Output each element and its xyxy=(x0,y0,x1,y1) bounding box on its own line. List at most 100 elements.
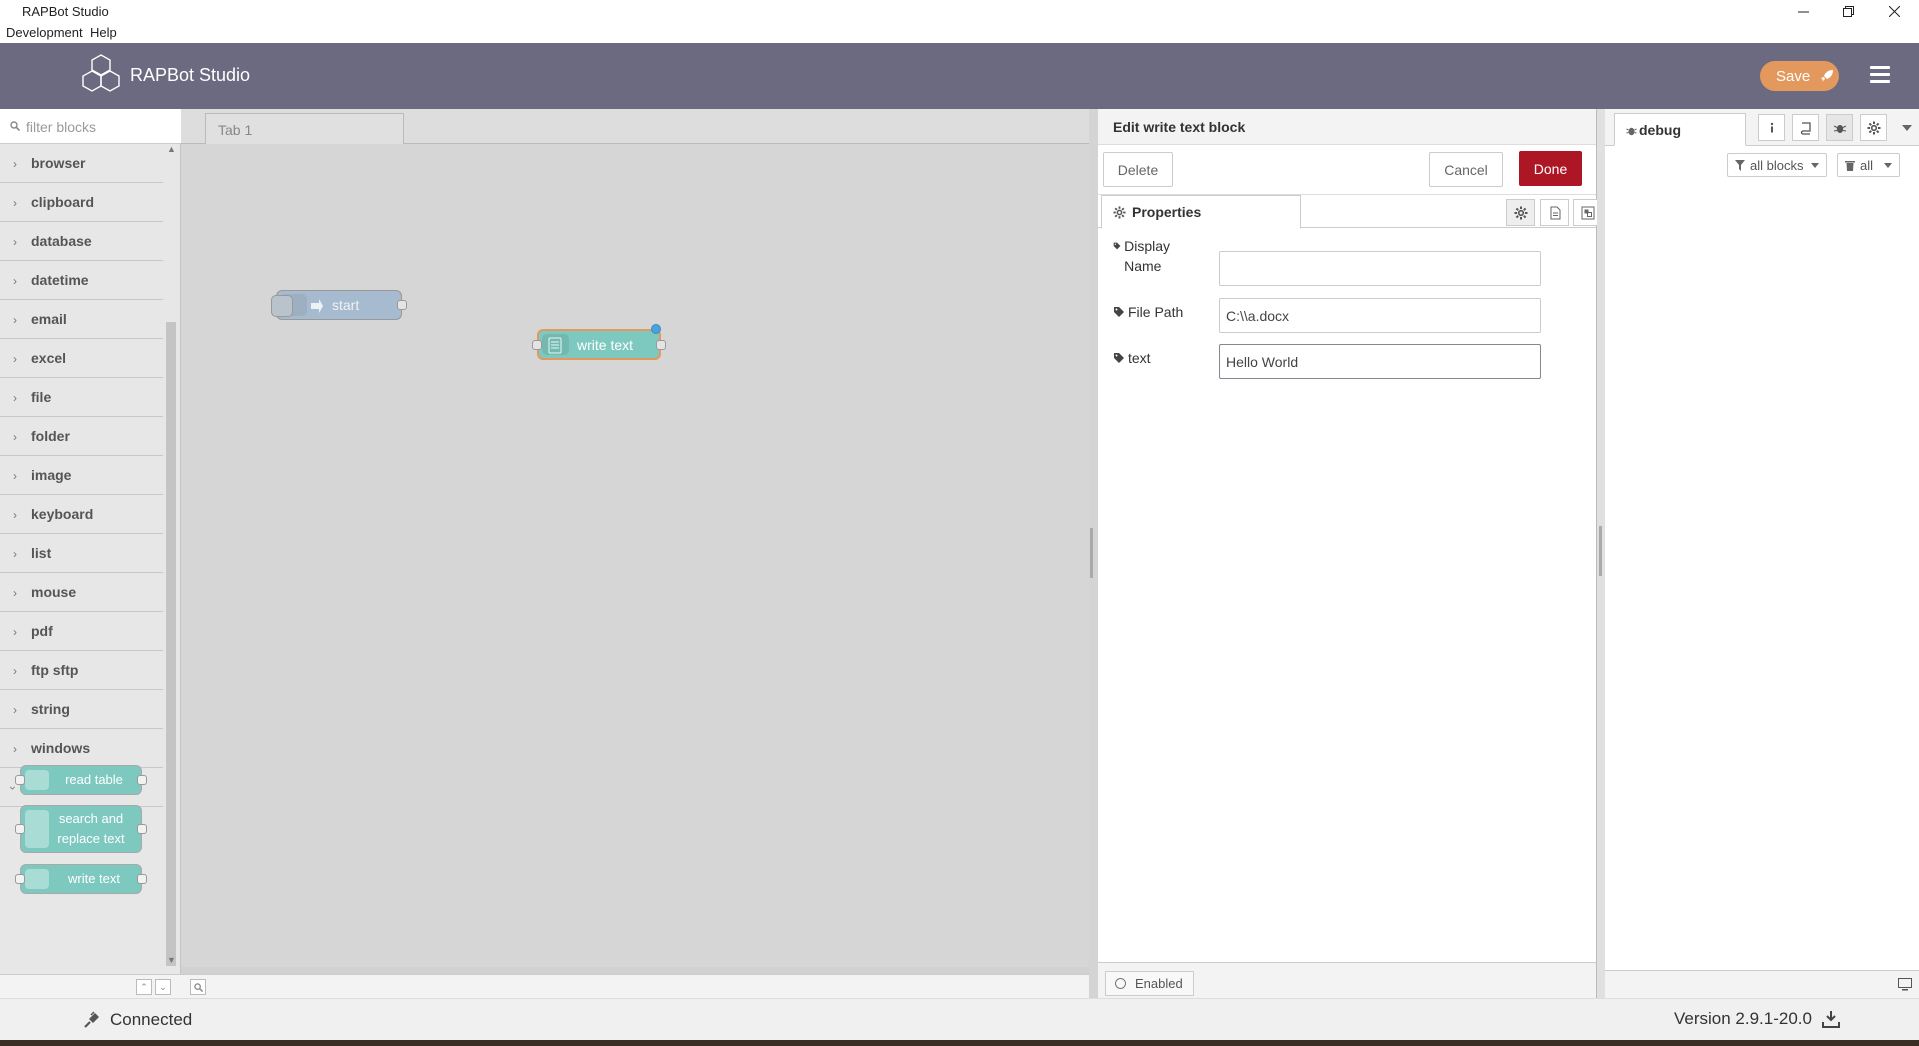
chevron-right-icon: › xyxy=(13,430,17,444)
debug-tab-button[interactable] xyxy=(1826,114,1853,141)
category-label: clipboard xyxy=(31,194,95,210)
hamburger-icon-bar xyxy=(1870,66,1890,69)
palette-category-pdf[interactable]: › pdf xyxy=(0,612,163,651)
enabled-toggle[interactable]: Enabled xyxy=(1105,971,1194,996)
node-input-port xyxy=(532,340,542,350)
desktop-icon[interactable] xyxy=(1898,978,1912,991)
menu-development[interactable]: Development xyxy=(6,25,83,40)
help-tab-button[interactable] xyxy=(1792,114,1819,141)
palette-category-list[interactable]: › list xyxy=(0,534,163,573)
palette-category-database[interactable]: › database xyxy=(0,222,163,261)
tab-debug[interactable]: debug xyxy=(1614,113,1746,146)
config-tab-button[interactable] xyxy=(1860,114,1887,141)
word-document-icon xyxy=(25,810,49,848)
done-button[interactable]: Done xyxy=(1519,151,1582,186)
filter-icon xyxy=(1735,159,1745,171)
search-icon xyxy=(194,983,203,992)
flow-node-write-text[interactable]: write text xyxy=(532,324,666,360)
display-name-input[interactable] xyxy=(1219,251,1541,286)
close-button[interactable] xyxy=(1874,1,1914,21)
palette-category-keyboard[interactable]: › keyboard xyxy=(0,495,163,534)
tab-label: Tab 1 xyxy=(218,122,253,138)
palette-category-clipboard[interactable]: › clipboard xyxy=(0,183,163,222)
window-title: RAPBot Studio xyxy=(22,4,109,19)
cancel-button[interactable]: Cancel xyxy=(1429,152,1503,187)
tab-properties[interactable]: Properties xyxy=(1101,195,1301,229)
flow-canvas[interactable]: start write text ◀ xyxy=(181,144,1089,1000)
flow-node-start[interactable]: start xyxy=(271,290,407,320)
palette-category-windows[interactable]: › windows xyxy=(0,729,163,768)
restore-button[interactable] xyxy=(1828,1,1868,21)
palette-category-file[interactable]: › file xyxy=(0,378,163,417)
caret-down-icon[interactable] xyxy=(1902,125,1912,131)
palette-category-string[interactable]: › string xyxy=(0,690,163,729)
text-input[interactable] xyxy=(1219,344,1541,379)
collapse-all-icon[interactable]: ⌃ xyxy=(136,979,152,995)
edit-tray-tabs: Properties xyxy=(1098,195,1602,229)
category-label: string xyxy=(31,701,70,717)
palette-category-excel[interactable]: › excel xyxy=(0,339,163,378)
palette-category-email[interactable]: › email xyxy=(0,300,163,339)
field-label: File Path xyxy=(1113,302,1183,322)
category-label: mouse xyxy=(31,584,77,600)
tab-1[interactable]: Tab 1 xyxy=(205,113,404,145)
sidebar: debug all blocks all xyxy=(1597,109,1919,998)
main-menu-button[interactable] xyxy=(1870,66,1890,84)
menu-help[interactable]: Help xyxy=(90,25,117,40)
tray-resize-handle[interactable] xyxy=(1090,528,1093,578)
chevron-right-icon: › xyxy=(13,196,17,210)
hamburger-icon-bar xyxy=(1870,80,1890,83)
edit-tray-title: Edit write text block xyxy=(1113,119,1246,135)
description-button[interactable] xyxy=(1540,199,1569,226)
clear-debug-button[interactable]: all xyxy=(1837,153,1901,177)
category-label: ftp sftp xyxy=(31,662,79,678)
chevron-right-icon: › xyxy=(13,235,17,249)
palette-node-write-text[interactable]: write text xyxy=(15,864,147,894)
scrollbar-thumb[interactable] xyxy=(166,322,176,966)
edit-tray-toolbar: Delete Cancel Done xyxy=(1098,145,1596,195)
word-document-icon xyxy=(25,770,49,790)
palette-category-ftp-sftp[interactable]: › ftp sftp xyxy=(0,651,163,690)
expand-all-icon[interactable]: ⌄ xyxy=(155,979,171,995)
palette-category-browser[interactable]: › browser xyxy=(0,144,163,183)
block-palette: ›browser ›clipboard ›database ›datetime … xyxy=(0,109,181,998)
debug-filter-button[interactable]: all blocks xyxy=(1727,153,1828,177)
file-text-icon xyxy=(1550,206,1560,219)
chevron-down-icon: › xyxy=(6,786,20,790)
bug-icon xyxy=(1626,127,1637,136)
workspace-tabs: Tab 1 xyxy=(181,109,1089,145)
flow-node-label: write text xyxy=(577,337,634,353)
chevron-right-icon: › xyxy=(13,508,17,522)
delete-button[interactable]: Delete xyxy=(1103,152,1173,187)
file-path-input[interactable] xyxy=(1219,298,1541,333)
palette-category-mouse[interactable]: › mouse xyxy=(0,573,163,612)
plug-connected-icon xyxy=(84,1011,99,1028)
palette-scrollbar[interactable]: ▲ ▼ xyxy=(164,144,178,966)
node-input-port xyxy=(15,775,25,785)
palette-filter-input[interactable] xyxy=(26,117,176,137)
palette-category-folder[interactable]: › folder xyxy=(0,417,163,456)
inject-button[interactable] xyxy=(271,295,293,317)
download-icon[interactable] xyxy=(1821,1010,1840,1028)
palette-category-image[interactable]: › image xyxy=(0,456,163,495)
chevron-right-icon: › xyxy=(13,469,17,483)
properties-settings-button[interactable] xyxy=(1506,199,1535,226)
sidebar-resize-handle[interactable] xyxy=(1599,526,1602,576)
chevron-right-icon: › xyxy=(13,157,17,171)
scroll-up-icon: ▲ xyxy=(167,144,176,154)
minimize-button[interactable] xyxy=(1783,1,1823,21)
edit-tray-header: Edit write text block xyxy=(1098,109,1596,145)
search-flows-button[interactable] xyxy=(190,979,206,995)
category-label: database xyxy=(31,233,92,249)
palette-node-search-replace[interactable]: search and replace text xyxy=(15,805,147,853)
palette-category-datetime[interactable]: › datetime xyxy=(0,261,163,300)
save-button[interactable]: Save xyxy=(1760,61,1839,91)
info-tab-button[interactable] xyxy=(1758,114,1785,141)
field-text: text xyxy=(1113,344,1583,380)
chevron-right-icon: › xyxy=(13,352,17,366)
scroll-down-icon: ▼ xyxy=(167,955,176,965)
field-label: text xyxy=(1113,348,1151,368)
workspace: Tab 1 start write text ◀ xyxy=(181,109,1089,1000)
palette-node-read-table[interactable]: read table xyxy=(15,765,147,795)
connection-label: Connected xyxy=(110,1010,193,1029)
